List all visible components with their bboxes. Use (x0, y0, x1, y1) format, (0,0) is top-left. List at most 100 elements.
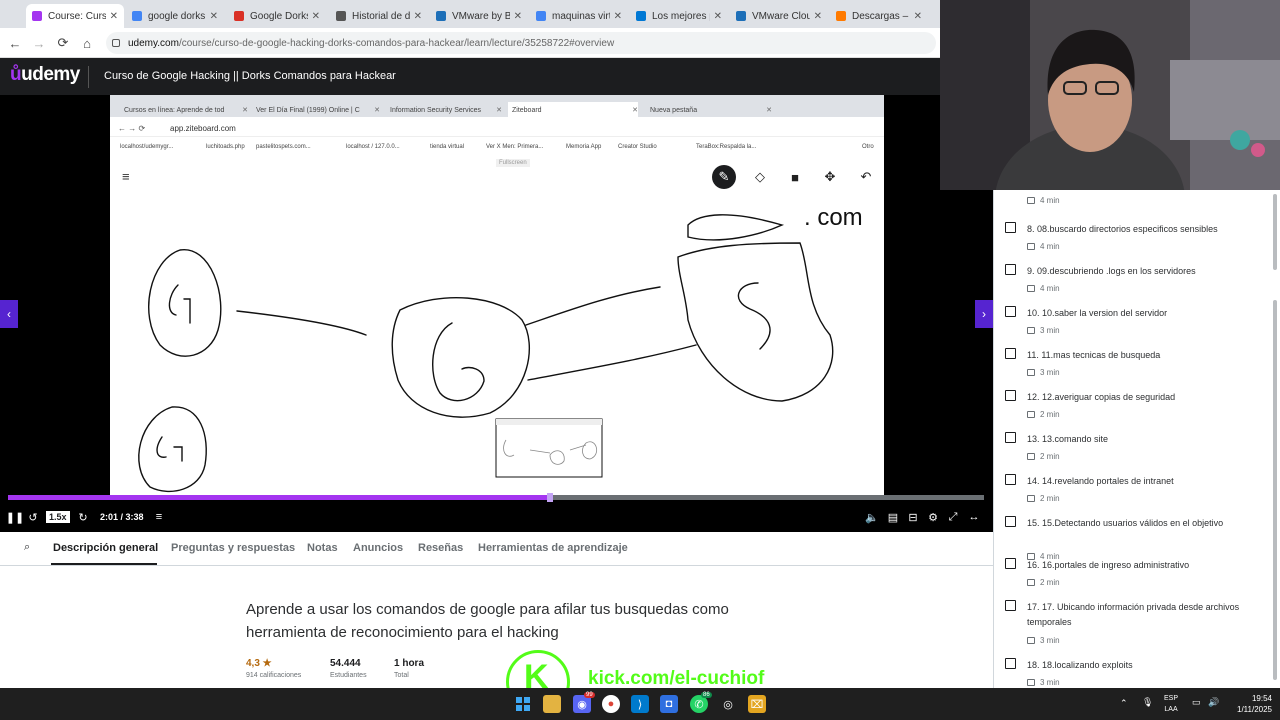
lecture-title: 9. 09.descubriendo .logs en los servidor… (1027, 266, 1196, 276)
url-field[interactable]: udemy.com/course/curso-de-google-hacking… (106, 32, 936, 54)
webcam-overlay (940, 0, 1280, 190)
playback-rate-button[interactable]: 1.5x (46, 511, 70, 523)
tab-close-icon[interactable]: ✕ (110, 11, 118, 22)
lecture-checkbox[interactable] (1005, 264, 1016, 275)
progress-bar[interactable] (8, 493, 984, 502)
course-tab[interactable]: Notas (307, 542, 338, 554)
lecture-duration: 2 min (1027, 578, 1060, 587)
captions-icon[interactable]: ⊟ (906, 509, 920, 525)
lecture-checkbox[interactable] (1005, 558, 1016, 569)
course-description: Aprende a usar los comandos de google pa… (246, 601, 729, 641)
network-icon[interactable]: ▭ (1192, 697, 1201, 708)
tab-favicon-icon (836, 11, 846, 21)
video-icon (1027, 243, 1035, 250)
volume-tray-icon[interactable]: 🔊 (1208, 697, 1219, 708)
site-info-icon[interactable] (112, 39, 120, 47)
tray-chevron-icon[interactable]: ⌃ (1120, 698, 1128, 709)
browser-tab[interactable]: Descargas – O ✕ (830, 4, 928, 28)
vscode-icon[interactable]: ⟩ (631, 695, 649, 713)
course-title[interactable]: Curso de Google Hacking || Dorks Comando… (104, 70, 396, 82)
sidebar-scrollbar[interactable] (1273, 194, 1277, 270)
github-icon[interactable]: ◎ (719, 695, 737, 713)
tab-close-icon[interactable]: ✕ (414, 11, 422, 22)
home-icon[interactable]: ⌂ (78, 34, 96, 52)
lecture-checkbox[interactable] (1005, 390, 1016, 401)
browser-tab[interactable]: maquinas virtu ✕ (530, 4, 628, 28)
lecture-checkbox[interactable] (1005, 516, 1016, 527)
lecture-title: 11. 11.mas tecnicas de busqueda (1027, 350, 1161, 360)
transcript-list-icon[interactable]: ≡ (152, 509, 166, 525)
previous-lecture-button[interactable]: ‹ (0, 300, 18, 328)
lecture-title: 15. 15.Detectando usuarios válidos en el… (1027, 518, 1224, 528)
lecture-checkbox[interactable] (1005, 658, 1016, 669)
search-icon[interactable]: ⌕ (24, 541, 30, 554)
chrome-icon[interactable]: ● (602, 695, 620, 713)
progress-knob[interactable] (546, 493, 553, 502)
course-tab[interactable]: Reseñas (418, 542, 463, 554)
course-tab[interactable]: Descripción general (53, 542, 158, 554)
browser-tab[interactable]: Google Dorks ✕ (228, 4, 326, 28)
forward-icon[interactable]: ↻ (76, 509, 90, 525)
address-bar: ← → ⟳ ⌂ udemy.com/course/curso-de-google… (0, 28, 940, 58)
video-frame[interactable]: Cursos en línea: Aprende de tod ✕ Ver El D… (110, 95, 884, 495)
whiteboard-text: . com (804, 204, 863, 231)
microphone-icon[interactable]: 🎙 (1142, 697, 1153, 708)
windows-start-icon[interactable] (514, 695, 532, 713)
tab-close-icon[interactable]: ✕ (614, 11, 622, 22)
app-icon[interactable]: ◘ (660, 695, 678, 713)
fullscreen-icon[interactable]: ⤢ (946, 509, 960, 525)
reload-icon[interactable]: ⟳ (54, 34, 72, 52)
browser-tab[interactable]: VMware Cloud ✕ (730, 4, 828, 28)
lecture-duration: 4 min (1027, 196, 1060, 205)
next-lecture-button[interactable]: › (975, 300, 993, 328)
lecture-checkbox[interactable] (1005, 222, 1016, 233)
lecture-checkbox[interactable] (1005, 474, 1016, 485)
lecture-title: 13. 13.comando site (1027, 434, 1109, 444)
forward-icon[interactable]: → (30, 34, 48, 52)
browser-tab[interactable]: Historial de de ✕ (330, 4, 428, 28)
rewind-icon[interactable]: ↺ (26, 509, 40, 525)
browser-tab[interactable]: google dorks ✕ (126, 4, 224, 28)
notes-icon[interactable]: ▤ (886, 509, 900, 525)
settings-icon[interactable]: ⚙ (926, 509, 940, 525)
video-icon (1027, 411, 1035, 418)
tab-close-icon[interactable]: ✕ (814, 11, 822, 22)
lecture-checkbox[interactable] (1005, 600, 1016, 611)
video-icon (1027, 453, 1035, 460)
pause-icon[interactable]: ❚❚ (6, 509, 24, 525)
tab-close-icon[interactable]: ✕ (210, 11, 218, 22)
tab-close-icon[interactable]: ✕ (914, 11, 922, 22)
obs-icon[interactable]: ⌧ (748, 695, 766, 713)
tab-close-icon[interactable]: ✕ (312, 11, 320, 22)
browser-tab[interactable]: Los mejores p ✕ (630, 4, 728, 28)
tab-favicon-icon (536, 11, 546, 21)
video-player[interactable]: Cursos en línea: Aprende de tod ✕ Ver El D… (0, 95, 993, 532)
lecture-duration: 3 min (1027, 678, 1060, 687)
clock[interactable]: 19:54 1/11/2025 (1228, 693, 1272, 715)
lecture-checkbox[interactable] (1005, 306, 1016, 317)
lecture-checkbox[interactable] (1005, 432, 1016, 443)
lecture-title: 10. 10.saber la version del servidor (1027, 308, 1168, 318)
lecture-checkbox[interactable] (1005, 348, 1016, 359)
language-indicator[interactable]: ESP LAA (1164, 693, 1178, 715)
tab-close-icon[interactable]: ✕ (514, 11, 522, 22)
tab-close-icon[interactable]: ✕ (714, 11, 722, 22)
rating-value: 4,3 ★ (246, 658, 272, 669)
back-icon[interactable]: ← (6, 34, 24, 52)
students-stat: 54.444 Estudiantes (330, 658, 367, 679)
tab-favicon-icon (336, 11, 346, 21)
expand-icon[interactable]: ↔ (966, 509, 982, 525)
webcam-image (940, 0, 1280, 190)
volume-icon[interactable]: 🔈 (864, 509, 880, 525)
tab-label: Historial de de (352, 10, 410, 22)
file-explorer-icon[interactable] (543, 695, 561, 713)
udemy-logo[interactable]: ůudemy (10, 64, 80, 86)
course-tab[interactable]: Preguntas y respuestas (171, 542, 295, 554)
timecode: 2:01 / 3:38 (100, 512, 144, 522)
browser-tab[interactable]: Course: Curso ✕ (26, 4, 124, 28)
browser-tab[interactable]: VMware by Bro ✕ (430, 4, 528, 28)
sidebar-scrollbar-track[interactable] (1273, 300, 1277, 680)
course-tab[interactable]: Anuncios (353, 542, 403, 554)
url-path: /course/curso-de-google-hacking-dorks-co… (178, 37, 615, 49)
course-tab[interactable]: Herramientas de aprendizaje (478, 542, 628, 554)
